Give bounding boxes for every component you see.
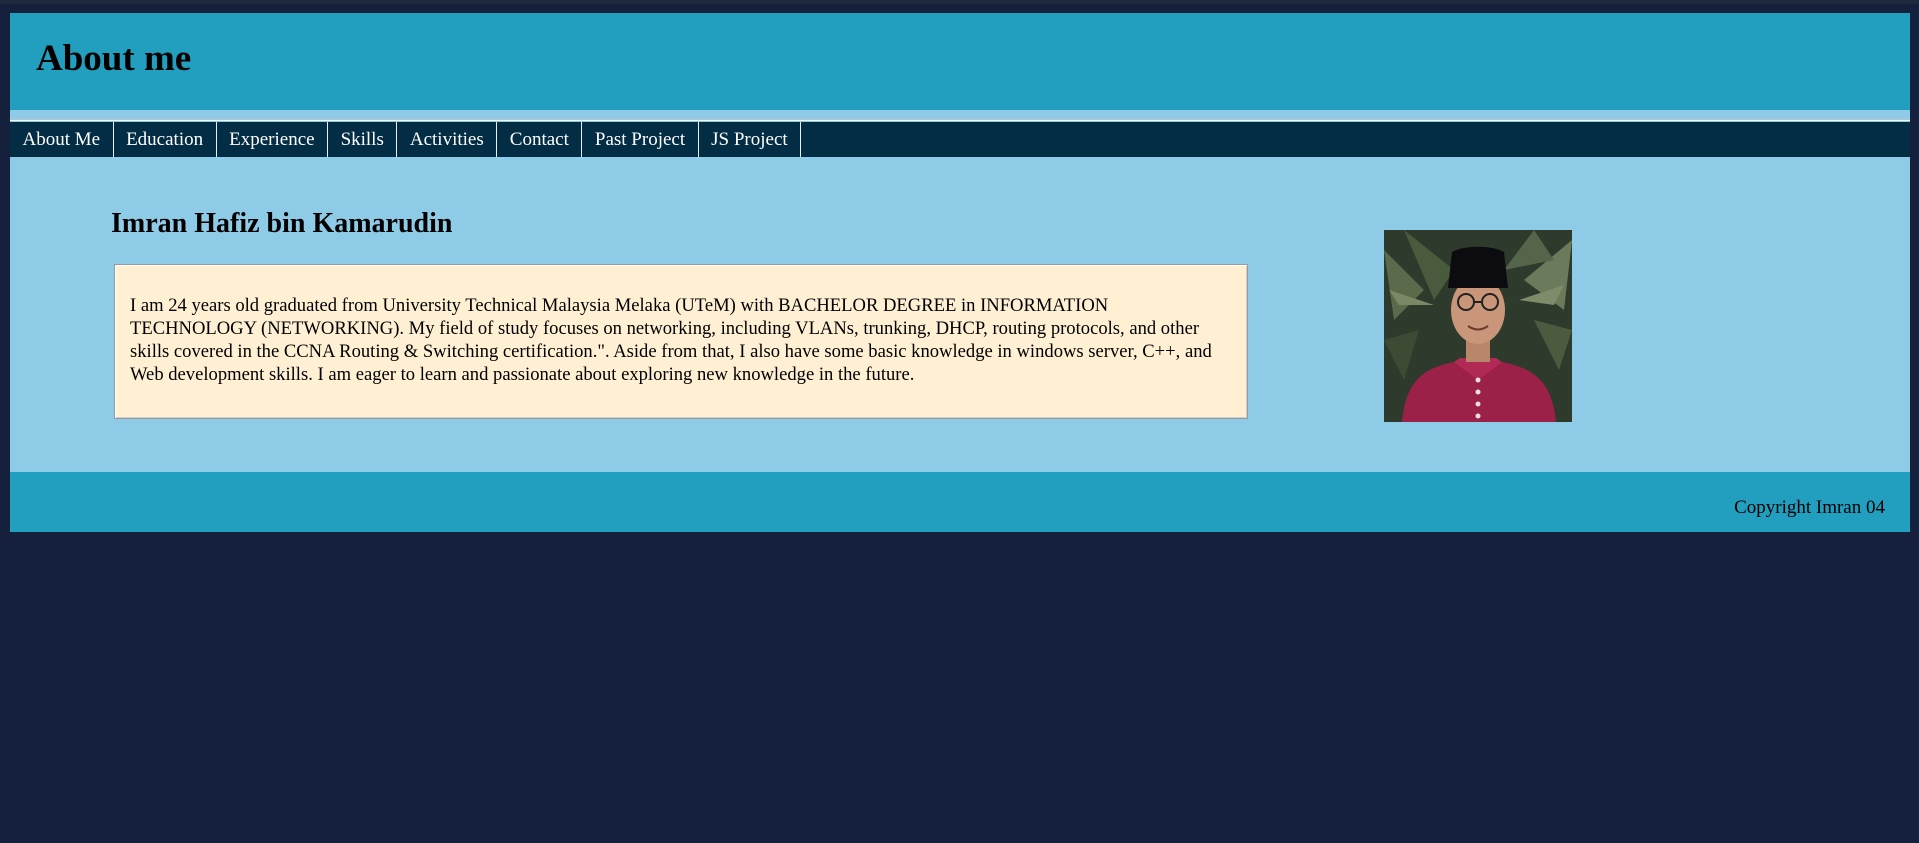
page-header: About me <box>10 13 1910 110</box>
profile-photo <box>1384 230 1572 422</box>
profile-name: Imran Hafiz bin Kamarudin <box>111 208 453 239</box>
nav-item-js-project[interactable]: JS Project <box>699 122 802 157</box>
nav-item-experience[interactable]: Experience <box>217 122 329 157</box>
page-footer: Copyright Imran 04 <box>10 472 1910 532</box>
nav-item-education[interactable]: Education <box>114 122 217 157</box>
main-content: Imran Hafiz bin Kamarudin I am 24 years … <box>10 157 1910 472</box>
bio-text: I am 24 years old graduated from Univers… <box>130 295 1212 385</box>
copyright-text: Copyright Imran 04 <box>1734 497 1885 518</box>
nav-item-about-me[interactable]: About Me <box>10 122 114 157</box>
nav-item-contact[interactable]: Contact <box>497 122 583 157</box>
browser-top-strip <box>0 0 1919 4</box>
header-separator <box>10 110 1910 122</box>
page-title: About me <box>36 38 192 79</box>
nav-item-activities[interactable]: Activities <box>397 122 498 157</box>
horizontal-rule <box>10 119 1910 121</box>
nav-item-past-project[interactable]: Past Project <box>582 122 699 157</box>
bio-box: I am 24 years old graduated from Univers… <box>114 264 1248 419</box>
nav-item-skills[interactable]: Skills <box>328 122 398 157</box>
page-container: About me About Me Education Experience S… <box>10 13 1910 532</box>
nav-bar: About Me Education Experience Skills Act… <box>10 122 1910 157</box>
